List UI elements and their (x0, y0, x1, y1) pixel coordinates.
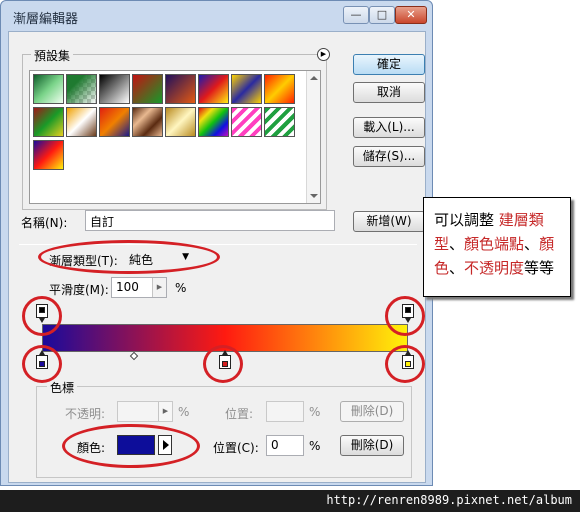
color-stop-fill (222, 361, 228, 367)
preset-swatch[interactable] (198, 107, 229, 137)
note-text-1: 可以調整 (434, 211, 495, 229)
color-stops-label: 色標 (47, 379, 78, 396)
opacity-stop-left[interactable] (36, 304, 48, 323)
delete-color-stop-button[interactable]: 刪除(D) (340, 435, 404, 456)
preset-swatch[interactable] (132, 107, 163, 137)
color-stop-fill (39, 361, 45, 367)
gradient-type-label: 漸層類型(T): (49, 254, 118, 268)
separator (19, 244, 417, 245)
color-stop-fill (405, 361, 411, 367)
name-input[interactable]: 自訂 (85, 210, 335, 231)
cancel-button[interactable]: 取消 (353, 82, 425, 103)
color-menu-arrow-icon[interactable] (158, 435, 172, 455)
opacity-stop-fill (405, 307, 411, 313)
smoothness-value: 100 (116, 280, 139, 294)
preset-swatch[interactable] (99, 107, 130, 137)
title-bar[interactable]: 漸層編輯器 — □ ✕ (1, 1, 432, 31)
close-button[interactable]: ✕ (395, 6, 427, 24)
gradient-type-select[interactable]: 純色 ▼ (125, 249, 195, 270)
maximize-button[interactable]: □ (369, 6, 395, 24)
opacity-input[interactable]: ▶ (117, 401, 173, 422)
color-stop-right[interactable] (402, 350, 414, 369)
opacity-stop-right[interactable] (402, 304, 414, 323)
gradient-preview-bar[interactable] (42, 324, 408, 352)
dialog-client-area: 預設集 ▶ 確定 取消 載入(L)... 儲存(S)... 名稱(N): 自訂 … (8, 31, 426, 483)
color-location-input[interactable]: 0 (266, 435, 304, 456)
note-text-7: 、 (449, 259, 465, 277)
color-stop-pointer-icon (405, 350, 411, 355)
color-location-label: 位置(C): (213, 441, 259, 455)
smoothness-unit: % (175, 281, 187, 295)
opacity-stop-pointer-icon (405, 318, 411, 323)
smoothness-input[interactable]: 100 ▶ (111, 277, 167, 298)
preset-swatch[interactable] (33, 107, 64, 137)
scroll-up-icon[interactable] (310, 76, 318, 80)
preset-swatch[interactable] (264, 74, 295, 104)
minimize-button[interactable]: — (343, 6, 369, 24)
smoothness-spinner-icon[interactable]: ▶ (152, 278, 166, 297)
opacity-stop-fill (39, 307, 45, 313)
scroll-down-icon[interactable] (310, 194, 318, 198)
opacity-stop-pointer-icon (39, 318, 45, 323)
preset-swatch[interactable] (165, 107, 196, 137)
note-text-4: 顏色端點 (464, 235, 525, 253)
preset-swatch[interactable] (66, 107, 97, 137)
opacity-location-unit: % (309, 405, 321, 419)
preset-swatch[interactable] (231, 74, 262, 104)
opacity-location-input[interactable] (266, 401, 304, 422)
watermark-bar: http://renren8989.pixnet.net/album (0, 490, 580, 512)
preset-swatch[interactable] (231, 107, 262, 137)
opacity-label: 不透明: (65, 407, 106, 421)
preset-swatch[interactable] (132, 74, 163, 104)
smoothness-label: 平滑度(M): (49, 283, 109, 297)
color-stop-middle[interactable] (219, 350, 231, 369)
preset-scrollbar[interactable] (306, 71, 320, 203)
save-button[interactable]: 儲存(S)... (353, 146, 425, 167)
color-midpoint-marker[interactable] (129, 351, 139, 361)
opacity-location-label: 位置: (225, 407, 254, 421)
gradient-editor-window: 漸層編輯器 — □ ✕ 預設集 ▶ 確定 取消 載入(L)... 儲存(S)..… (0, 0, 433, 486)
preset-swatch[interactable] (66, 74, 97, 104)
load-button[interactable]: 載入(L)... (353, 117, 425, 138)
opacity-unit: % (178, 405, 190, 419)
window-title: 漸層編輯器 (13, 12, 79, 27)
preset-swatch[interactable] (198, 74, 229, 104)
preset-swatch[interactable] (165, 74, 196, 104)
color-stop-left[interactable] (36, 350, 48, 369)
stop-color-swatch[interactable] (117, 435, 155, 455)
opacity-spinner-icon[interactable]: ▶ (158, 402, 172, 421)
dropdown-arrow-icon: ▼ (182, 252, 189, 262)
preset-swatch[interactable] (264, 107, 295, 137)
note-text-8: 不透明度 (464, 259, 525, 277)
color-stop-pointer-icon (222, 350, 228, 355)
watermark-url: http://renren8989.pixnet.net/album (326, 493, 572, 507)
preset-swatch-selected[interactable] (33, 140, 64, 170)
color-label: 顏色: (77, 441, 106, 455)
color-location-unit: % (309, 439, 321, 453)
presets-group: 預設集 ▶ (22, 47, 330, 210)
color-stops-group: 色標 不透明: ▶ % 位置: % 刪除(D) 顏色: 位置(C): 0 % 刪… (36, 379, 412, 478)
new-button[interactable]: 新增(W) (353, 211, 425, 232)
preset-swatch-list (29, 70, 321, 204)
gradient-type-value: 純色 (129, 253, 154, 267)
note-text-5: 、 (524, 235, 540, 253)
ok-button[interactable]: 確定 (353, 54, 425, 75)
note-text-9: 等等 (524, 259, 555, 277)
annotation-note: 可以調整 建層類型、顏色端點、顏色、不透明度等等 (423, 197, 571, 297)
name-label: 名稱(N): (21, 216, 68, 230)
presets-label: 預設集 (31, 47, 74, 64)
preset-swatch[interactable] (99, 74, 130, 104)
note-text-3: 、 (449, 235, 465, 253)
color-stop-pointer-icon (39, 350, 45, 355)
delete-opacity-stop-button[interactable]: 刪除(D) (340, 401, 404, 422)
presets-menu-icon[interactable]: ▶ (317, 48, 330, 61)
preset-swatch[interactable] (33, 74, 64, 104)
